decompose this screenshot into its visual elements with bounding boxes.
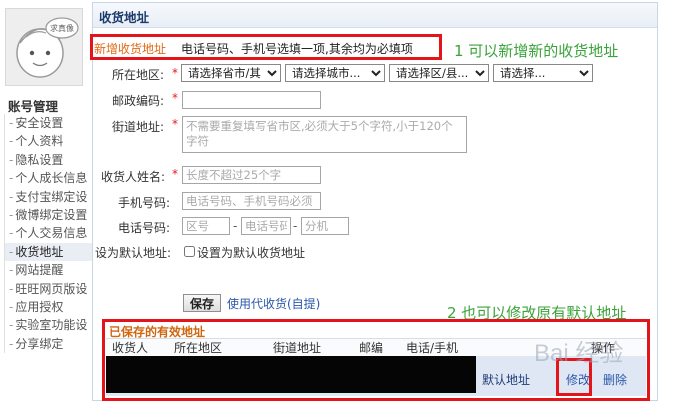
sidebar-item-bullet: -: [9, 134, 14, 149]
default-address-checkbox[interactable]: [184, 246, 195, 257]
edit-address-link[interactable]: 修改: [566, 371, 590, 388]
col-receiver: 收货人: [112, 341, 149, 355]
sidebar-item-4[interactable]: - 个人成长信息: [4, 169, 94, 188]
sidebar-item-label: 个人资料: [15, 134, 64, 149]
sidebar-item-bullet: -: [9, 226, 14, 241]
avatar[interactable]: 求真像: [5, 8, 83, 86]
phone-label: 电话号码:: [118, 221, 171, 235]
sidebar-item-1[interactable]: - 安全设置: [4, 114, 94, 133]
use-agent-receive-link[interactable]: 使用代收货(自提): [227, 295, 320, 312]
page-title: 收货地址: [99, 10, 150, 25]
avatar-text: 求真像: [50, 23, 74, 33]
mobile-label: 手机号码:: [118, 196, 171, 210]
phone-area-input[interactable]: [182, 217, 230, 235]
sidebar-item-13[interactable]: - 分享绑定: [4, 334, 94, 354]
phone-dash-2: -: [293, 219, 298, 233]
sidebar-item-bullet: -: [9, 207, 14, 222]
sidebar-item-label: 收货地址: [15, 244, 64, 259]
sidebar-item-3[interactable]: - 隐私设置: [4, 150, 94, 170]
sidebar-item-5[interactable]: - 支付宝绑定设: [4, 187, 94, 206]
sidebar-item-bullet: -: [9, 336, 14, 351]
sidebar-item-bullet: -: [9, 318, 14, 333]
annotation-add-address: 1 可以新增新的收货地址: [454, 42, 619, 60]
sidebar-item-label: 个人成长信息: [15, 171, 88, 186]
sidebar-item-12[interactable]: - 实验室功能设: [4, 316, 94, 335]
redacted-address-info: [106, 356, 476, 393]
sidebar-item-9[interactable]: - 网站提醒: [4, 261, 94, 280]
postcode-input[interactable]: [182, 91, 321, 109]
postcode-label: 邮政编码:: [112, 94, 165, 108]
sidebar-item-label: 分享绑定: [15, 336, 64, 351]
district-select[interactable]: 请选择区/县...: [389, 64, 489, 82]
required-fields-tip: 电话号码、手机号选填一项,其余均为必填项: [181, 42, 413, 56]
sidebar-item-8[interactable]: - 收货地址: [4, 242, 94, 262]
delete-address-link[interactable]: 删除: [603, 371, 627, 388]
baidu-watermark-icon: Bai 经验: [534, 340, 623, 367]
sidebar-item-10[interactable]: - 旺旺网页版设: [4, 279, 94, 298]
new-address-label: 新增收货地址: [94, 42, 167, 56]
region-required-mark: *: [172, 66, 178, 80]
default-address-label: 设为默认地址:: [95, 246, 172, 260]
sidebar-item-label: 个人交易信息: [15, 226, 88, 241]
sidebar-item-6[interactable]: - 微博绑定设置: [4, 205, 94, 225]
sidebar-item-label: 实验室功能设: [15, 318, 88, 333]
col-street: 街道地址: [273, 341, 322, 355]
sidebar-nav: - 安全设置 - 个人资料 - 隐私设置 - 个人成长信息 - 支付宝绑定设 - 微博绑定设置 - 个人交…: [4, 114, 94, 354]
default-address-tag: 默认地址: [482, 373, 531, 387]
postcode-required-mark: *: [172, 91, 178, 105]
sidebar-item-bullet: -: [9, 152, 14, 167]
sidebar-item-bullet: -: [9, 299, 14, 314]
sidebar-item-bullet: -: [9, 189, 14, 204]
city-select[interactable]: 请选择城市...: [285, 64, 385, 82]
sidebar-item-bullet: -: [9, 244, 14, 259]
sidebar-item-bullet: -: [9, 171, 14, 186]
sidebar-item-11[interactable]: - 应用授权: [4, 297, 94, 317]
panel-header: 收货地址: [93, 3, 657, 28]
col-postcode: 邮编: [359, 341, 384, 355]
sidebar-item-2[interactable]: - 个人资料: [4, 132, 94, 151]
col-region: 所在地区: [174, 341, 223, 355]
phone-dash: -: [233, 219, 238, 233]
phone-ext-input[interactable]: [301, 217, 349, 235]
save-button[interactable]: 保存: [183, 294, 221, 312]
region-label: 所在地区:: [112, 68, 165, 82]
sidebar-item-label: 安全设置: [15, 116, 64, 130]
street-select[interactable]: 请选择...: [493, 64, 593, 82]
default-address-checkbox-label[interactable]: 设置为默认收货地址: [197, 244, 305, 261]
receiver-name-input[interactable]: [182, 166, 321, 184]
street-label: 街道地址:: [112, 120, 165, 134]
sidebar-item-label: 隐私设置: [15, 152, 64, 167]
street-address-input[interactable]: [182, 116, 467, 153]
sidebar: 求真像 账号管理 - 安全设置 - 个人资料 - 隐私设置 - 个人成长信息 - 支付宝绑定设 - 微…: [0, 0, 94, 401]
watermark-text: Bai 经验: [534, 340, 623, 367]
receiver-name-label: 收货人姓名:: [101, 170, 166, 184]
nav-section-title: 账号管理: [8, 99, 59, 114]
sidebar-item-bullet: -: [9, 281, 14, 296]
street-required-mark: *: [172, 117, 178, 131]
sidebar-item-7[interactable]: - 个人交易信息: [4, 224, 94, 243]
phone-number-input[interactable]: [241, 217, 291, 235]
col-phone: 电话/手机: [406, 341, 459, 355]
province-select[interactable]: 请选择省市/其: [181, 64, 281, 82]
sidebar-item-label: 支付宝绑定设: [15, 189, 88, 204]
sidebar-item-bullet: -: [9, 116, 14, 130]
mobile-input[interactable]: [182, 192, 321, 210]
avatar-cartoon-icon: 求真像: [16, 17, 79, 78]
sidebar-item-label: 微博绑定设置: [15, 207, 88, 222]
sidebar-item-label: 应用授权: [15, 299, 64, 314]
sidebar-item-label: 网站提醒: [15, 263, 64, 278]
sidebar-item-bullet: -: [9, 263, 14, 278]
sidebar-item-label: 旺旺网页版设: [15, 281, 88, 296]
name-required-mark: *: [172, 167, 178, 181]
